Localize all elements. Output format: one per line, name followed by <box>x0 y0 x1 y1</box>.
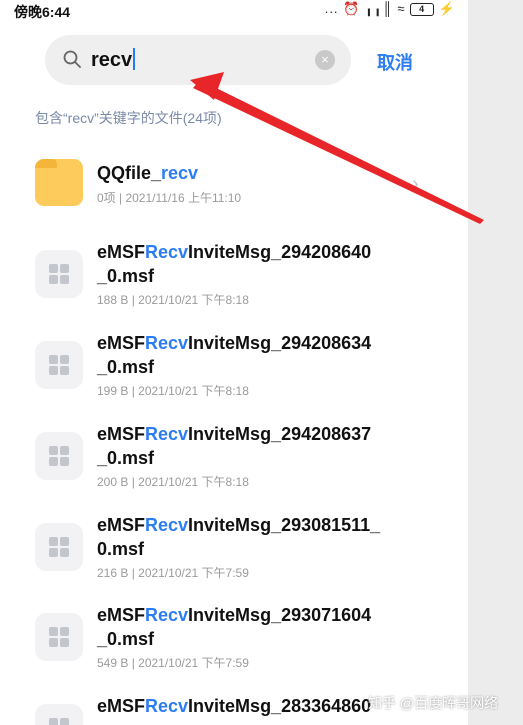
search-query[interactable]: recv <box>91 48 136 72</box>
item-name: eMSFRecvInviteMsg_293081511_ 0.msf <box>97 515 381 559</box>
item-name: eMSFRecvInviteMsg_294208640 _0.msf <box>97 242 372 286</box>
file-icon <box>35 250 83 298</box>
charging-icon: ⚡ <box>438 1 456 16</box>
item-meta: 200 B | 2021/10/21 下午8:18 <box>97 475 249 489</box>
file-icon <box>35 523 83 571</box>
list-item[interactable]: eMSFRecvInviteMsg_293081511_ 0.msf 216 B … <box>0 513 468 593</box>
item-meta: 199 B | 2021/10/21 下午8:18 <box>97 384 249 398</box>
text-cursor <box>133 48 136 70</box>
chevron-right-icon: › <box>412 173 419 195</box>
result-summary: 包含“recv”关键字的文件(24项) <box>35 110 222 126</box>
item-name: eMSFRecvInviteMsg_293071604 _0.msf <box>97 605 372 649</box>
file-icon <box>35 704 83 725</box>
cancel-button[interactable]: 取消 <box>377 49 413 75</box>
file-icon <box>35 432 83 480</box>
list-item[interactable]: eMSFRecvInviteMsg_294208637 _0.msf 200 B … <box>0 422 468 502</box>
item-name: eMSFRecvInviteMsg_294208634 _0.msf <box>97 333 372 377</box>
list-item[interactable]: eMSFRecvInviteMsg_293071604 _0.msf 549 B … <box>0 603 468 683</box>
status-bar: 傍晚6:44 ... ⏰ ╻╻║ ≈ 4 ⚡ <box>0 0 468 20</box>
item-name: eMSFRecvInviteMsg_283364860 <box>97 696 372 716</box>
background-margin <box>468 0 523 725</box>
list-item[interactable]: eMSFRecvInviteMsg_294208634 _0.msf 199 B … <box>0 331 468 411</box>
file-icon <box>35 613 83 661</box>
clear-search-button[interactable]: × <box>315 50 335 70</box>
item-meta: 188 B | 2021/10/21 下午8:18 <box>97 293 249 307</box>
item-name: QQfile_recv <box>97 163 199 183</box>
item-meta: 216 B | 2021/10/21 下午7:59 <box>97 566 249 580</box>
status-indicators: ... ⏰ ╻╻║ ≈ <box>324 1 406 16</box>
watermark: 知乎 @百度晖哥网络 <box>368 695 499 711</box>
file-icon <box>35 341 83 389</box>
search-input[interactable]: recv × <box>45 35 351 85</box>
list-item[interactable]: eMSFRecvInviteMsg_294208640 _0.msf 188 B … <box>0 240 468 320</box>
status-icons: ... ⏰ ╻╻║ ≈ 4 ⚡ <box>325 1 456 17</box>
battery-icon: 4 <box>410 3 435 17</box>
item-name: eMSFRecvInviteMsg_294208637 _0.msf <box>97 424 372 468</box>
folder-icon <box>35 159 83 206</box>
status-time: 傍晚6:44 <box>14 4 71 20</box>
item-meta: 0项 | 2021/11/16 上午11:10 <box>97 191 242 205</box>
search-icon <box>63 50 81 68</box>
list-item[interactable]: QQfile_recv 0项 | 2021/11/16 上午11:10 › <box>0 159 468 219</box>
item-meta: 549 B | 2021/10/21 下午7:59 <box>97 656 249 670</box>
file-search-screen: 傍晚6:44 ... ⏰ ╻╻║ ≈ 4 ⚡ recv × 取消 包含“recv… <box>0 0 468 725</box>
